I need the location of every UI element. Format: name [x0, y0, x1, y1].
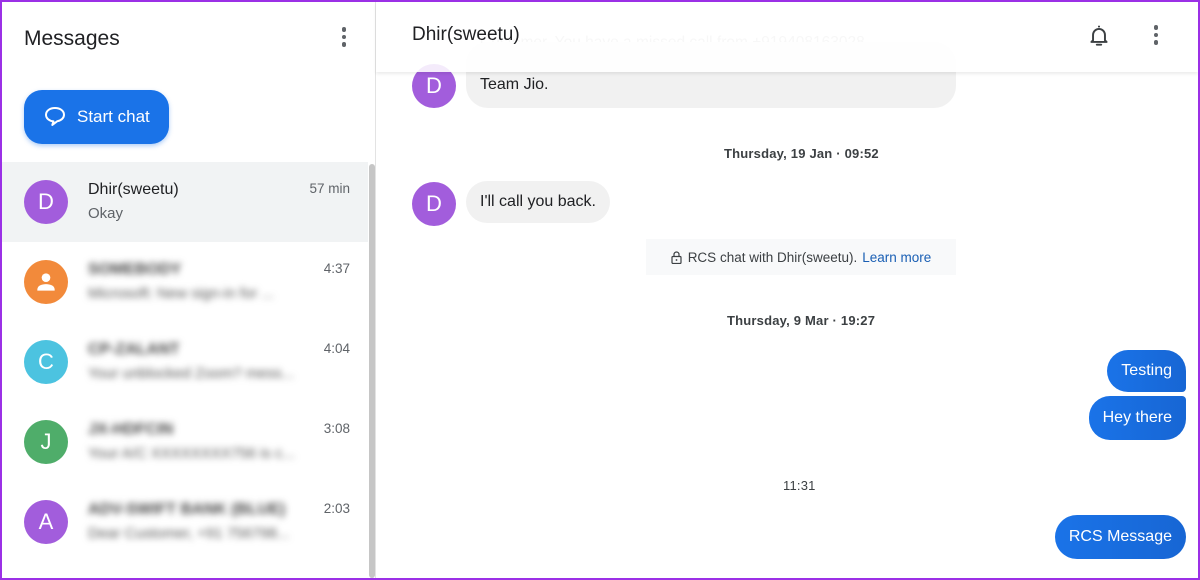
- app-window: Messages Start chat D Dhir(sweetu) Okay …: [0, 0, 1200, 580]
- avatar: J: [24, 420, 68, 464]
- incoming-message[interactable]: I'll call you back.: [466, 181, 610, 223]
- conversation-time: 2:03: [323, 501, 350, 516]
- conversation-time: 57 min: [309, 181, 350, 196]
- outgoing-message[interactable]: Testing: [1107, 350, 1186, 392]
- conversation-item[interactable]: SOMEBODY Microsoft: New sign-in for ... …: [2, 242, 368, 322]
- outgoing-message[interactable]: RCS Message: [1054, 515, 1186, 559]
- rcs-info-text: RCS chat with Dhir(sweetu).: [687, 249, 858, 265]
- lock-icon: [671, 250, 682, 264]
- sidebar: Messages Start chat D Dhir(sweetu) Okay …: [2, 2, 376, 578]
- conversation-item[interactable]: C CP-ZALANT Your unblocked Zoom? mess...…: [2, 322, 368, 402]
- person-icon: [37, 273, 55, 291]
- avatar: A: [24, 500, 68, 544]
- date-separator: Thursday, 19 Jan · 09:52: [724, 146, 879, 161]
- conversation-time: 4:04: [323, 341, 350, 356]
- avatar: [24, 260, 68, 304]
- avatar: D: [412, 182, 456, 226]
- conversation-item[interactable]: D Dhir(sweetu) Okay 57 min: [2, 162, 368, 242]
- outgoing-message[interactable]: Hey there: [1088, 396, 1186, 440]
- learn-more-link[interactable]: Learn more: [862, 250, 931, 265]
- date-separator: Thursday, 9 Mar · 19:27: [727, 313, 876, 328]
- chat-header: Dhir(sweetu): [376, 2, 1198, 72]
- conversation-item[interactable]: J JX-HDFCIN Your A/C XXXXXXXX756 is c...…: [2, 402, 368, 482]
- chat-title: Dhir(sweetu): [412, 24, 520, 45]
- app-title: Messages: [24, 27, 120, 50]
- conversation-snippet: Dear Customer, +91 756798...: [88, 525, 290, 542]
- chat-bubble-icon: [45, 107, 65, 126]
- conversation-name: CP-ZALANT: [88, 341, 180, 358]
- notifications-bell-icon[interactable]: [1086, 22, 1112, 55]
- conversation-list: D Dhir(sweetu) Okay 57 min SOMEBODY Micr…: [2, 162, 368, 578]
- start-chat-button[interactable]: Start chat: [24, 90, 169, 144]
- rcs-info-banner: RCS chat with Dhir(sweetu). Learn more: [646, 239, 956, 275]
- avatar: C: [24, 340, 68, 384]
- conversation-name: Dhir(sweetu): [88, 181, 179, 198]
- conversation-name: ADV-SWIFT BANK (BLUE): [88, 501, 286, 518]
- conversation-snippet: Okay: [88, 205, 124, 222]
- conversation-time: 3:08: [323, 421, 350, 436]
- conversation-snippet: Your A/C XXXXXXXX756 is c...: [88, 445, 296, 462]
- conversation-name: SOMEBODY: [88, 261, 182, 278]
- more-vert-icon[interactable]: [332, 24, 356, 50]
- avatar: D: [24, 180, 68, 224]
- more-vert-icon[interactable]: [1144, 22, 1168, 48]
- conversation-pane: Customer, You have a missed call from +9…: [376, 2, 1198, 578]
- conversation-item[interactable]: A ADV-SWIFT BANK (BLUE) Dear Customer, +…: [2, 482, 368, 562]
- conversation-snippet: Microsoft: New sign-in for ...: [88, 285, 274, 302]
- scrollbar-thumb[interactable]: [369, 164, 375, 578]
- time-separator: 11:31: [783, 478, 816, 493]
- conversation-snippet: Your unblocked Zoom? mess...: [88, 365, 295, 382]
- conversation-name: JX-HDFCIN: [88, 421, 174, 438]
- start-chat-label: Start chat: [77, 107, 150, 126]
- conversation-time: 4:37: [323, 261, 350, 276]
- sidebar-scrollbar[interactable]: [368, 162, 376, 578]
